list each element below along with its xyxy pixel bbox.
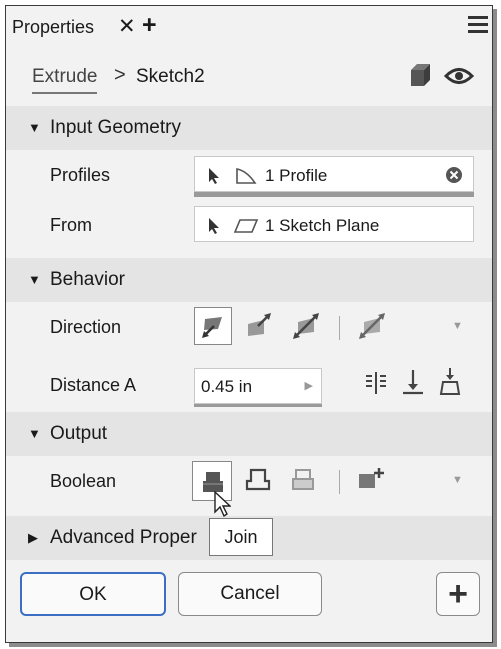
dropdown-arrow-icon[interactable]: ▼ <box>452 320 463 332</box>
ok-button[interactable]: OK <box>20 572 166 616</box>
distance-extents-icon[interactable] <box>364 370 388 396</box>
profile-icon <box>236 168 257 184</box>
value-arrow-icon[interactable]: ▶ <box>305 379 313 392</box>
tab-properties[interactable]: Properties <box>12 17 94 38</box>
breadcrumb: Extrude > Sketch2 <box>6 48 492 106</box>
cut-icon[interactable] <box>245 467 271 493</box>
new-solid-icon[interactable] <box>357 466 387 492</box>
direction-default-icon <box>202 317 222 338</box>
breadcrumb-extrude[interactable]: Extrude <box>32 66 98 94</box>
cancel-button[interactable]: Cancel <box>178 572 322 616</box>
distance-to-icon[interactable] <box>401 368 425 396</box>
direction-default-button[interactable] <box>194 307 232 345</box>
profiles-value: 1 Profile <box>265 166 328 185</box>
toolbar-separator <box>339 316 340 340</box>
direction-symmetric-icon[interactable] <box>292 312 320 340</box>
intersect-icon[interactable] <box>290 467 316 493</box>
close-icon[interactable]: ✕ <box>118 14 136 39</box>
cube-icon[interactable] <box>408 62 434 88</box>
distance-value: 0.45 in <box>201 377 253 396</box>
cursor-icon <box>209 168 219 184</box>
eye-icon[interactable] <box>444 66 474 86</box>
section-behavior[interactable]: ▼ Behavior <box>6 258 492 302</box>
section-label: Output <box>50 423 108 444</box>
plane-icon <box>233 219 259 233</box>
section-label: Advanced Proper <box>50 527 197 548</box>
add-tab-icon[interactable]: + <box>142 11 157 40</box>
distance-label: Distance A <box>50 375 137 395</box>
toolbar-separator <box>339 470 340 494</box>
section-label: Input Geometry <box>50 117 181 138</box>
collapse-triangle-icon[interactable]: ▼ <box>28 426 41 441</box>
from-selector[interactable]: 1 Sketch Plane <box>194 206 474 242</box>
mouse-pointer-icon <box>214 491 231 518</box>
breadcrumb-separator: > <box>114 64 126 86</box>
profiles-selector[interactable]: 1 Profile <box>194 156 474 192</box>
section-input-geometry[interactable]: ▼ Input Geometry <box>6 106 492 150</box>
from-label: From <box>50 215 92 235</box>
collapse-triangle-icon[interactable]: ▼ <box>28 120 41 135</box>
boolean-label: Boolean <box>50 471 117 491</box>
section-label: Behavior <box>50 269 125 290</box>
expand-triangle-icon[interactable]: ▶ <box>28 530 38 546</box>
distance-input[interactable]: 0.45 in ▶ <box>194 368 322 404</box>
direction-asymmetric-icon[interactable] <box>358 312 386 340</box>
add-button[interactable]: + <box>436 572 480 616</box>
section-output[interactable]: ▼ Output <box>6 412 492 456</box>
selection-underline <box>194 192 474 197</box>
join-tooltip: Join <box>209 518 273 556</box>
direction-label: Direction <box>50 317 122 337</box>
from-value: 1 Sketch Plane <box>265 216 380 235</box>
dropdown-arrow-icon[interactable]: ▼ <box>452 474 463 486</box>
breadcrumb-sketch: Sketch2 <box>136 66 205 87</box>
collapse-triangle-icon[interactable]: ▼ <box>28 272 41 287</box>
distance-taper-icon[interactable] <box>438 366 462 396</box>
menu-icon[interactable] <box>468 16 488 34</box>
direction-flip-icon[interactable] <box>244 312 272 340</box>
clear-icon[interactable] <box>445 166 463 184</box>
title-bar: Properties ✕ + <box>6 6 492 48</box>
profiles-label: Profiles <box>50 165 111 185</box>
selection-underline <box>194 404 322 407</box>
cursor-icon <box>209 218 219 234</box>
